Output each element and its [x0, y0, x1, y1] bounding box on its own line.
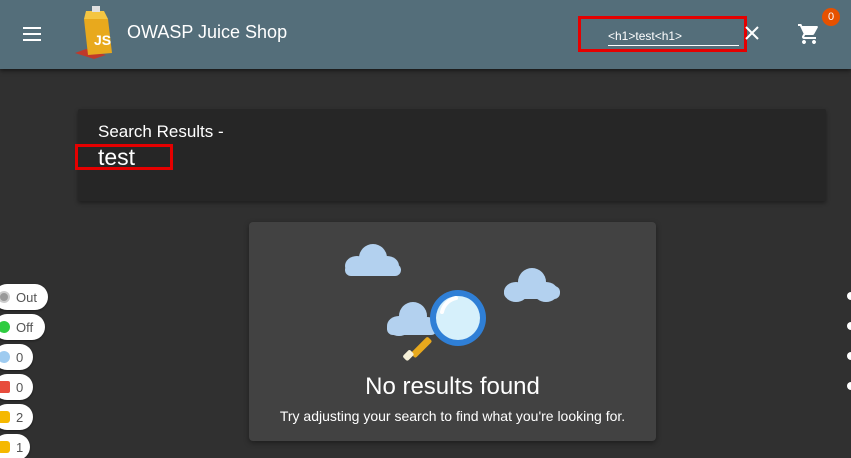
side-pill-label: 1: [16, 439, 24, 455]
side-pill-label: 2: [16, 409, 24, 425]
no-results-title: No results found: [365, 373, 540, 400]
app-title[interactable]: OWASP Juice Shop: [127, 22, 287, 43]
thumbs-up-icon: [0, 441, 10, 453]
lightbulb-icon: [0, 351, 10, 363]
side-pill-label: 0: [16, 349, 24, 365]
side-pill-likes[interactable]: 2: [0, 404, 33, 430]
side-pill-out[interactable]: Out: [0, 284, 48, 310]
no-results-card: No results found Try adjusting your sear…: [249, 222, 656, 441]
no-results-illustration: [345, 244, 560, 361]
side-pill-label: Off: [16, 319, 34, 335]
status-dot-icon: [0, 321, 10, 333]
edge-indicator: [847, 382, 851, 390]
close-icon: [745, 26, 759, 40]
no-results-subtitle: Try adjusting your search to find what y…: [279, 408, 626, 424]
target-icon: [0, 291, 10, 303]
menu-button[interactable]: [14, 16, 50, 52]
side-pill-label: Out: [16, 289, 37, 305]
top-toolbar: JS OWASP Juice Shop 0: [0, 0, 851, 69]
edge-indicator: [847, 322, 851, 330]
thumbs-up-icon: [0, 411, 10, 423]
cloud-icon: [345, 244, 401, 276]
edge-indicator: [847, 292, 851, 300]
shopping-cart-button[interactable]: [793, 18, 825, 50]
clear-search-button[interactable]: [740, 21, 764, 45]
shopping-cart-icon: [798, 24, 818, 44]
side-pill-hints[interactable]: 0: [0, 344, 33, 370]
juice-shop-logo[interactable]: JS: [72, 5, 122, 59]
cart-count-badge: 0: [822, 8, 840, 26]
cloud-icon: [387, 302, 437, 336]
edge-indicator: [847, 352, 851, 360]
search-results-term: test: [98, 144, 136, 170]
search-input[interactable]: [608, 22, 739, 46]
search-results-card: Search Results - test: [78, 109, 826, 201]
side-pill-off[interactable]: Off: [0, 314, 45, 340]
flag-icon: [0, 381, 10, 393]
cloud-icon: [504, 268, 560, 302]
hamburger-menu-icon: [23, 27, 41, 41]
side-pill-likes-secondary[interactable]: 1: [0, 434, 30, 458]
search-results-label: Search Results -: [98, 122, 224, 141]
search-box: [600, 22, 740, 46]
side-pill-label: 0: [16, 379, 24, 395]
side-pill-flags[interactable]: 0: [0, 374, 33, 400]
svg-text:JS: JS: [94, 32, 111, 48]
